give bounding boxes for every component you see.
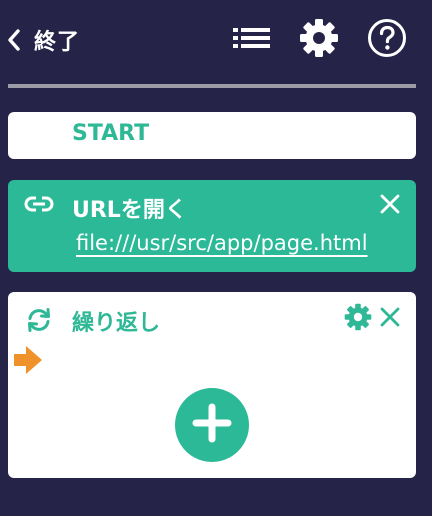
sync-icon <box>25 306 53 334</box>
help-circle-icon <box>367 18 407 62</box>
loop-title: 繰り返し <box>72 311 161 336</box>
open-url-block[interactable]: URLを開く file:///usr/src/app/page.html <box>8 180 416 272</box>
close-icon[interactable] <box>378 192 402 216</box>
arrow-right-icon <box>12 344 44 380</box>
settings-button[interactable] <box>299 18 339 62</box>
chevron-left-icon <box>6 28 22 52</box>
close-icon[interactable] <box>378 305 402 329</box>
start-block[interactable]: START <box>8 112 416 159</box>
link-icon <box>24 194 54 214</box>
header-bar: 終了 <box>0 0 432 84</box>
list-icon <box>232 23 272 57</box>
gear-icon <box>299 18 339 62</box>
plus-icon <box>192 403 232 447</box>
header-divider <box>8 84 416 88</box>
add-block-button[interactable] <box>175 388 249 462</box>
url-link[interactable]: file:///usr/src/app/page.html <box>76 231 368 255</box>
start-label: START <box>72 121 150 146</box>
loop-settings-gear-icon[interactable] <box>344 303 372 331</box>
back-label: 終了 <box>34 30 81 55</box>
back-button[interactable]: 終了 <box>6 22 80 58</box>
list-button[interactable] <box>232 20 272 60</box>
help-button[interactable] <box>367 18 407 62</box>
open-url-title: URLを開く <box>72 198 187 223</box>
